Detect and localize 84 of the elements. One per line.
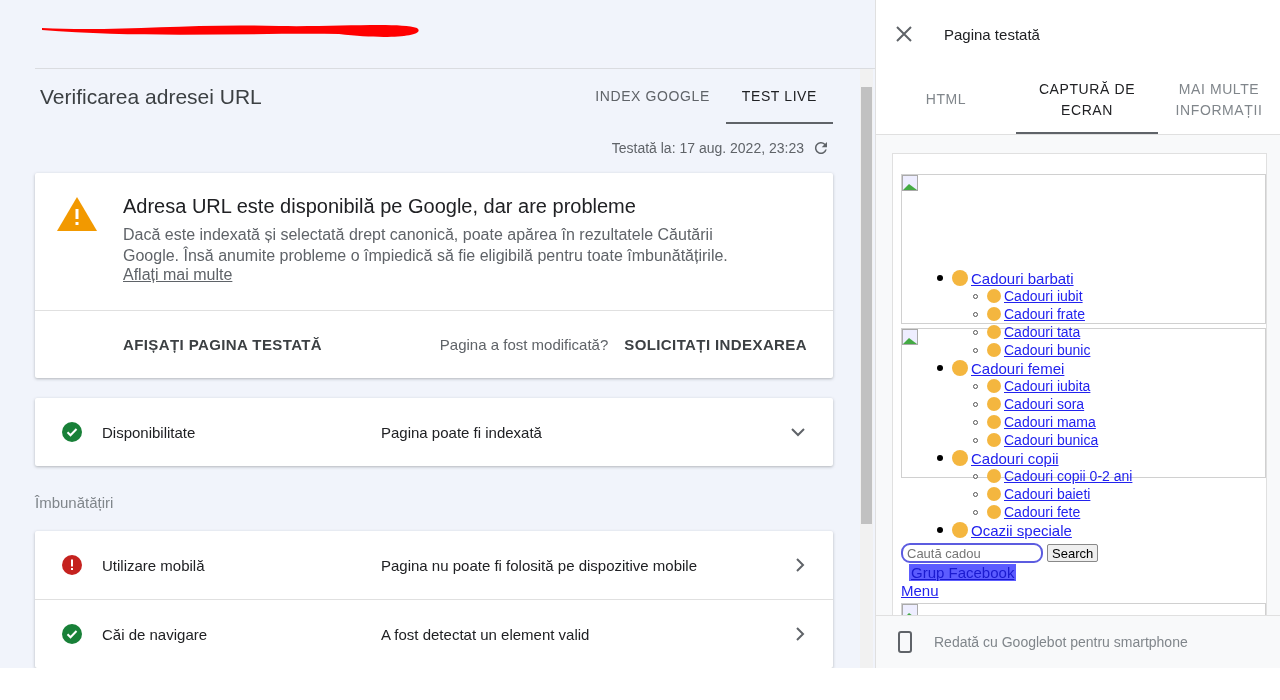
submenu-link[interactable]: Cadouri tata [1004,324,1081,340]
bullet-icon [973,437,978,443]
row-value: Pagina nu poate fi folosită pe dispozitive mobile [381,556,699,574]
submenu-link[interactable]: Cadouri iubita [1004,378,1091,394]
summary-heading: Adresa URL este disponibilă pe Google, dar are probleme [123,195,637,219]
panel-title: Pagina testată [944,25,1040,43]
broken-image-icon [902,329,918,345]
submenu-link[interactable]: Cadouri frate [1004,306,1085,322]
emoji-icon [987,433,1001,447]
emoji-icon [987,397,1001,411]
bullet-icon [973,473,978,479]
bullet-icon [973,509,978,515]
bullet-icon [973,347,978,353]
bullet-icon [937,527,943,533]
emoji-icon [987,343,1001,357]
warning-icon [57,197,97,232]
learn-more-link[interactable]: Aflați mai multe [123,266,233,284]
close-icon[interactable] [896,26,912,42]
menu-link[interactable]: Cadouri barbati [971,269,1074,287]
error-icon [62,555,82,575]
tab[interactable]: MAI MULTE INFORMAȚII [1158,67,1280,134]
row-label: Utilizare mobilă [102,556,206,574]
scrollbar[interactable] [860,69,873,668]
emoji-icon [987,289,1001,303]
request-indexing-button[interactable]: SOLICITAȚI INDEXAREA [624,336,807,354]
status-row[interactable]: Utilizare mobilă Pagina nu poate fi folosită pe dispozitive mobile [35,531,833,599]
emoji-icon [952,450,968,466]
menu-link[interactable]: Cadouri copii [971,449,1059,467]
status-row[interactable]: Disponibilitate Pagina poate fi indexată [35,398,833,466]
status-row[interactable]: Căi de navigare A fost detectat un element valid [35,599,833,668]
menu-link[interactable]: Cadouri femei [971,359,1065,377]
row-value: Pagina poate fi indexată [381,423,543,441]
emoji-icon [987,487,1001,501]
page-title: Verificarea adresei URL [39,84,262,109]
search-button[interactable]: Search [1047,544,1099,562]
tab[interactable]: HTML [876,67,1016,134]
bullet-icon [973,401,978,407]
row-label: Căi de navigare [102,625,209,643]
check-circle-icon [62,422,82,442]
tab[interactable]: INDEX GOOGLE [579,70,726,124]
bullet-icon [973,293,978,299]
emoji-icon [987,379,1001,393]
row-value: A fost detectat un element valid [381,625,591,643]
section-heading: Îmbunătățiri [35,493,115,513]
question-text: Pagina a fost modificată? [439,336,609,354]
menu-link[interactable]: Ocazii speciale [971,521,1072,539]
submenu-link[interactable]: Cadouri bunic [1004,342,1091,358]
chevron-right-icon[interactable] [796,558,805,572]
bullet-icon [973,491,978,497]
emoji-icon [987,505,1001,519]
bullet-icon [937,455,943,461]
summary-text: Dacă este indexată și selectată drept canonică, poate apărea în rezultatele Căutării Google. Însă anumite probleme o împiedică să fie eligibilă pentru toate îmbunătățirile. [123,225,729,267]
render-note: Redată cu Googlebot pentru smartphone [934,634,1188,650]
row-label: Disponibilitate [102,423,197,441]
emoji-icon [987,469,1001,483]
view-page-button[interactable]: AFIȘAȚI PAGINA TESTATĂ [123,336,323,354]
submenu-link[interactable]: Cadouri mama [1004,414,1096,430]
tab[interactable]: TEST LIVE [725,70,833,124]
emoji-icon [952,522,968,538]
bullet-icon [973,329,978,335]
submenu-link[interactable]: Cadouri iubit [1004,288,1083,304]
check-circle-icon [62,624,82,644]
chevron-down-icon[interactable] [791,427,805,437]
emoji-icon [987,415,1001,429]
chevron-right-icon[interactable] [796,627,805,641]
bullet-icon [973,419,978,425]
menu-link[interactable]: Menu [901,582,939,599]
tested-time: Testată la: 17 aug. 2022, 23:23 [611,140,804,157]
bullet-icon [937,275,943,281]
smartphone-icon [898,631,912,653]
emoji-icon [987,307,1001,321]
search-field[interactable]: Caută cadou [901,543,1043,563]
submenu-link[interactable]: Cadouri baieti [1004,486,1091,502]
bullet-icon [973,311,978,317]
emoji-icon [987,325,1001,339]
bullet-icon [973,383,978,389]
submenu-link[interactable]: Cadouri sora [1004,396,1085,412]
bullet-icon [937,365,943,371]
emoji-icon [952,360,968,376]
submenu-link[interactable]: Cadouri bunica [1004,432,1099,448]
submenu-link[interactable]: Cadouri copii 0-2 ani [1004,468,1133,484]
emoji-icon [952,270,968,286]
submenu-link[interactable]: Cadouri fete [1004,504,1081,520]
broken-image-icon [902,175,918,191]
